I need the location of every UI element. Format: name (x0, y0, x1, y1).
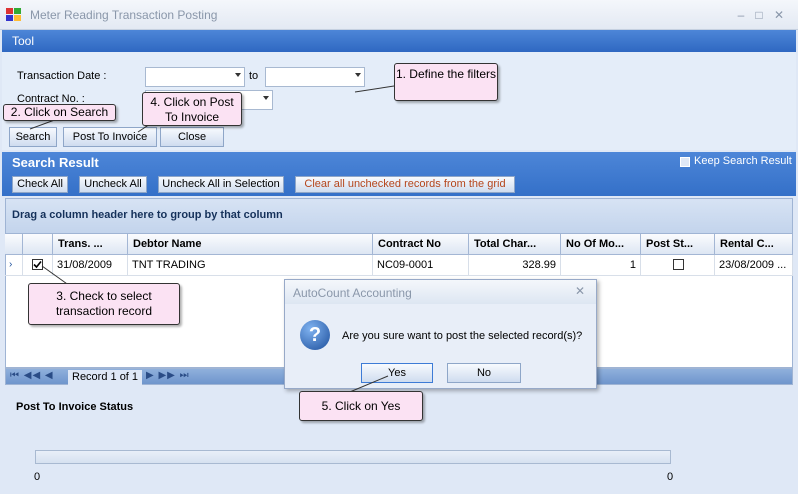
callout-check-record: 3. Check to select transaction record (28, 283, 180, 325)
callout-define-filters: 1. Define the filters (394, 63, 498, 101)
callout-click-post: 4. Click on Post To Invoice (142, 92, 242, 126)
callout-click-yes: 5. Click on Yes (299, 391, 423, 421)
callout-click-search: 2. Click on Search (3, 104, 116, 121)
